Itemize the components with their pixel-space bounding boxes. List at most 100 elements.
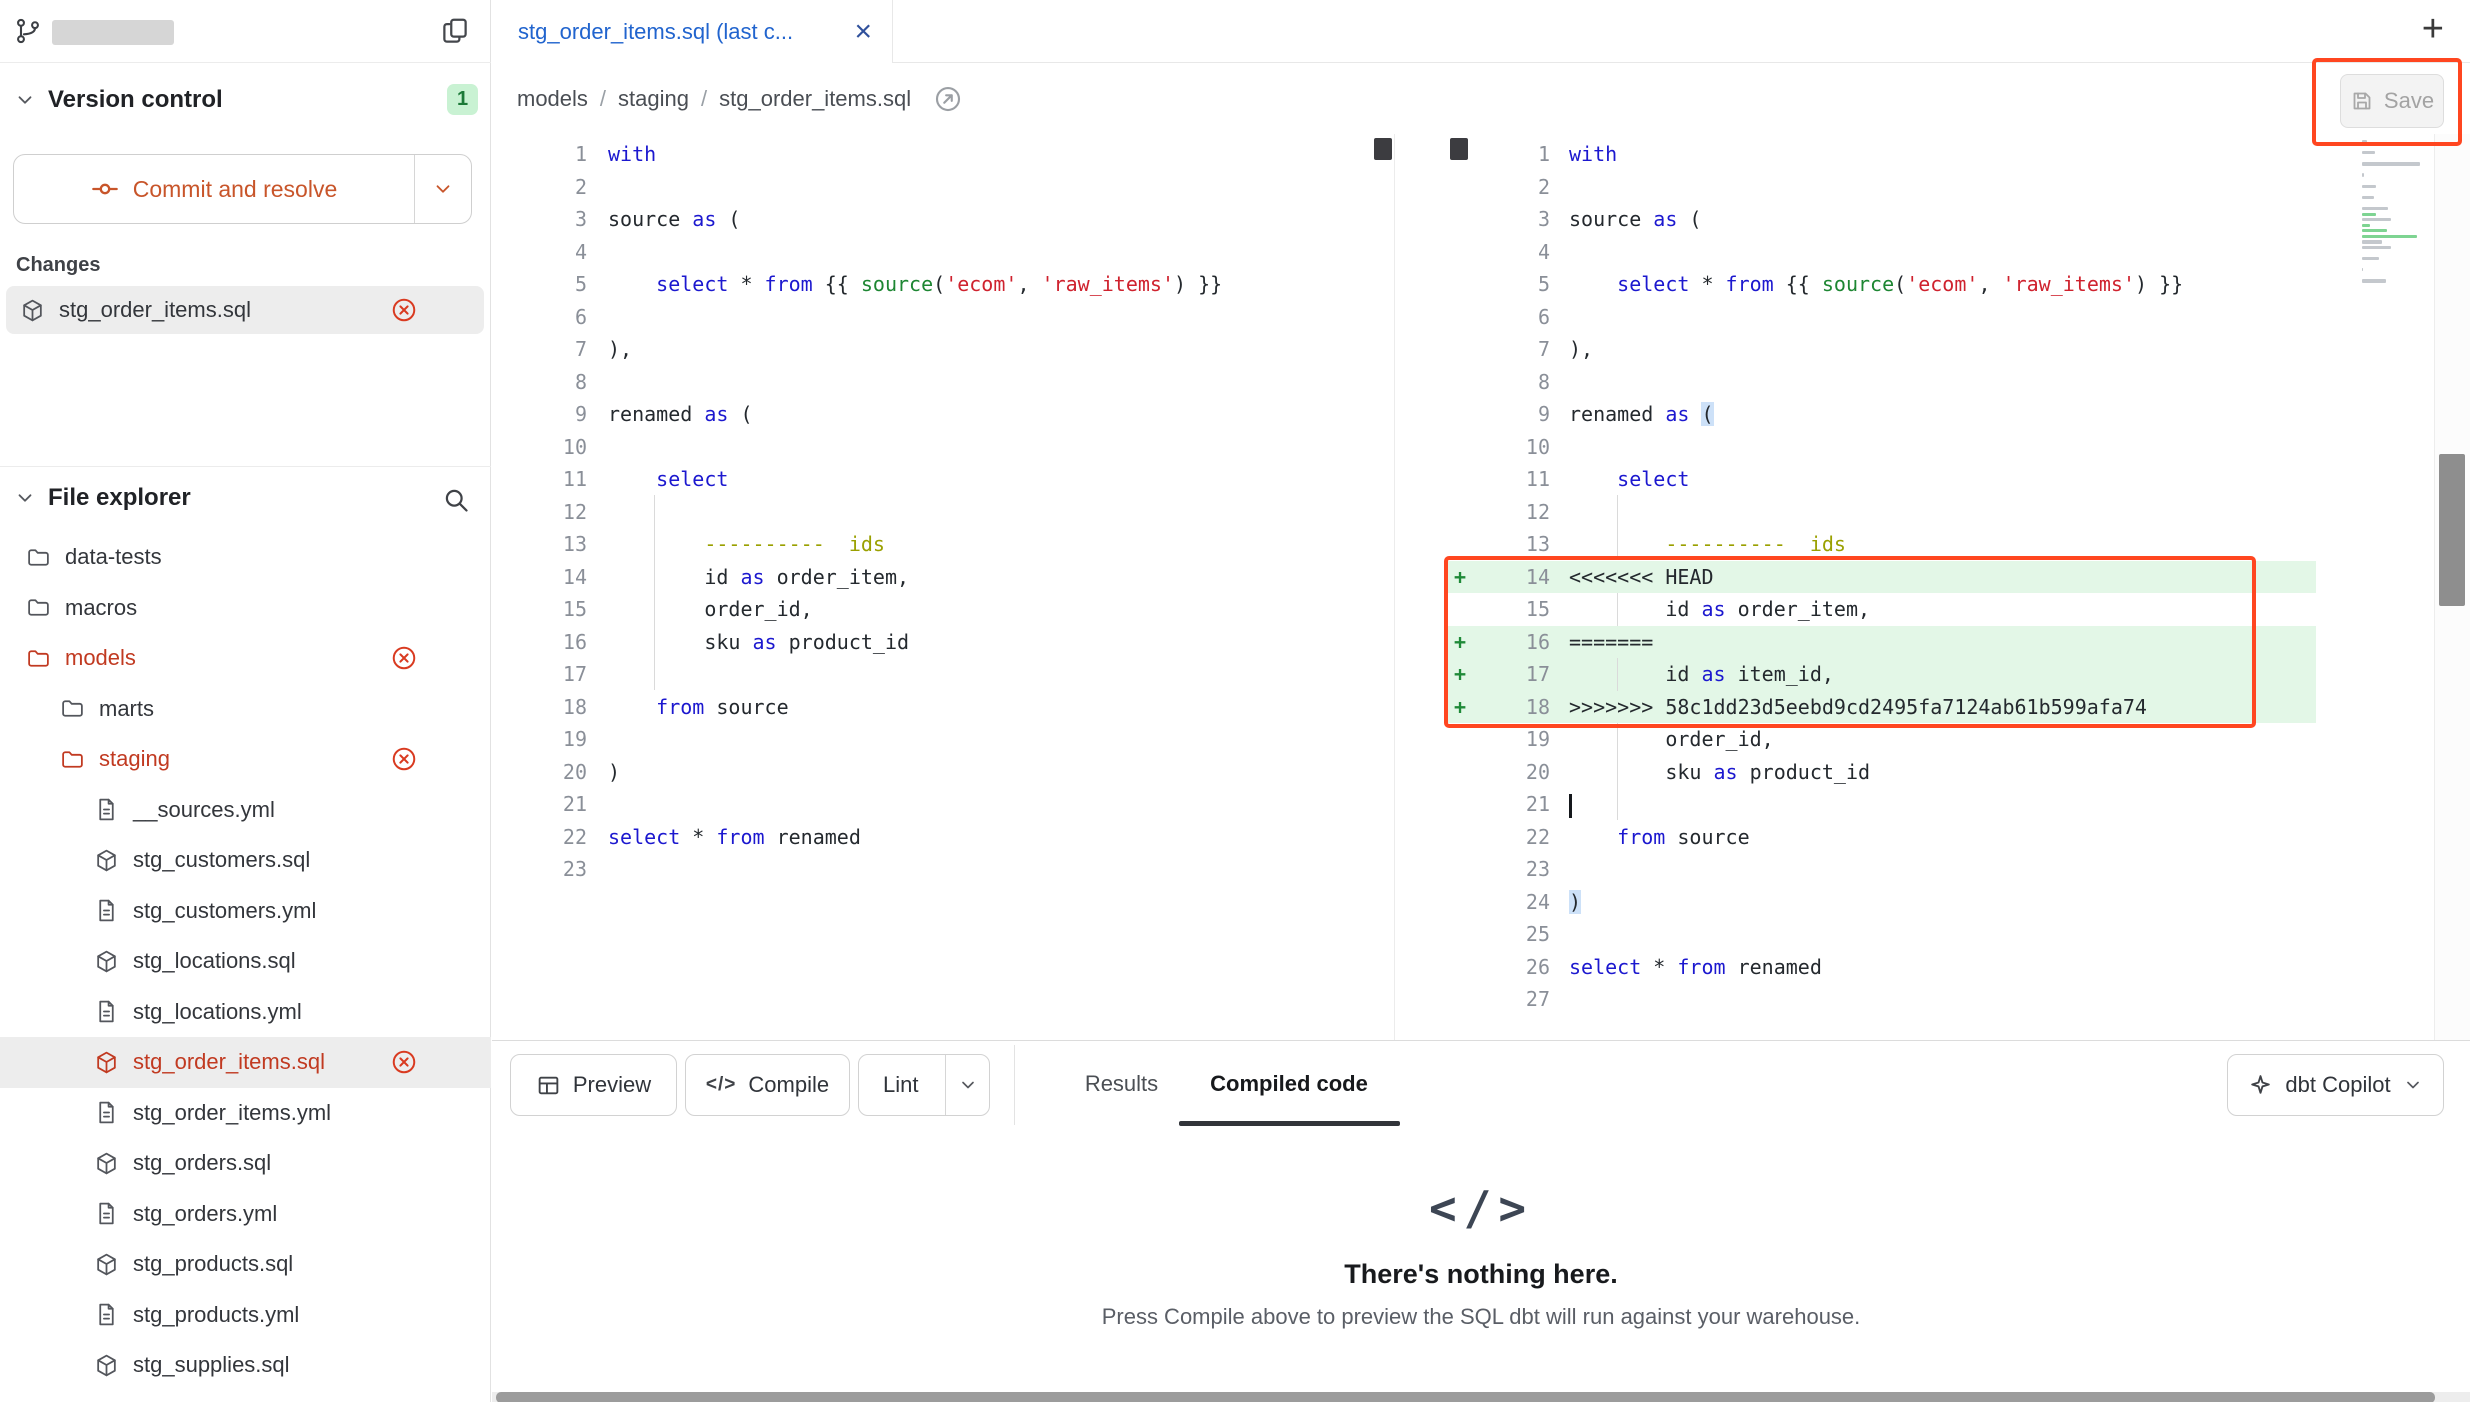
- code-line[interactable]: 22select * from renamed: [492, 821, 1373, 854]
- code-line[interactable]: 14 id as order_item,: [492, 561, 1373, 594]
- code-line[interactable]: 6: [1448, 301, 2316, 334]
- code-line[interactable]: 2: [492, 171, 1373, 204]
- file-explorer-item[interactable]: stg_customers.yml: [0, 886, 491, 937]
- code-line[interactable]: 17: [492, 658, 1373, 691]
- commit-options-dropdown[interactable]: [414, 155, 471, 223]
- file-explorer-item[interactable]: stg_customers.sql: [0, 835, 491, 886]
- code-line[interactable]: 24): [1448, 886, 2316, 919]
- right-pane-scroll-thumb[interactable]: [1450, 138, 1468, 160]
- file-explorer-item[interactable]: marts: [0, 684, 491, 735]
- code-line[interactable]: +14<<<<<<< HEAD: [1448, 561, 2316, 594]
- file-explorer-item[interactable]: stg_locations.yml: [0, 987, 491, 1038]
- code-line[interactable]: 20 sku as product_id: [1448, 756, 2316, 789]
- code-line[interactable]: 25: [1448, 918, 2316, 951]
- preview-button[interactable]: Preview: [510, 1054, 677, 1116]
- file-explorer-item[interactable]: stg_order_items.sql: [0, 1037, 491, 1088]
- code-line[interactable]: +17 id as item_id,: [1448, 658, 2316, 691]
- lint-button[interactable]: Lint: [858, 1054, 990, 1116]
- code-line[interactable]: 10: [492, 431, 1373, 464]
- code-line[interactable]: 9renamed as (: [1448, 398, 2316, 431]
- code-line[interactable]: 5 select * from {{ source('ecom', 'raw_i…: [492, 268, 1373, 301]
- save-button[interactable]: Save: [2340, 74, 2444, 128]
- code-line[interactable]: 7),: [1448, 333, 2316, 366]
- code-line[interactable]: 8: [1448, 366, 2316, 399]
- code-line[interactable]: 16 sku as product_id: [492, 626, 1373, 659]
- code-line[interactable]: 12: [492, 496, 1373, 529]
- code-line[interactable]: 22 from source: [1448, 821, 2316, 854]
- code-line[interactable]: 3source as (: [492, 203, 1373, 236]
- code-line[interactable]: 13 ---------- ids: [1448, 528, 2316, 561]
- changed-file-row[interactable]: stg_order_items.sql: [6, 286, 484, 334]
- code-line[interactable]: 1with: [492, 138, 1373, 171]
- breadcrumb-models[interactable]: models: [517, 86, 588, 112]
- x-circle-icon[interactable]: [390, 745, 418, 773]
- code-line[interactable]: 7),: [492, 333, 1373, 366]
- lint-options-dropdown[interactable]: [945, 1055, 989, 1115]
- code-line[interactable]: 21: [1448, 788, 2316, 821]
- close-icon[interactable]: ×: [854, 17, 872, 47]
- code-line[interactable]: 15 id as order_item,: [1448, 593, 2316, 626]
- search-icon[interactable]: [442, 486, 470, 514]
- code-line[interactable]: 19 order_id,: [1448, 723, 2316, 756]
- tab-results[interactable]: Results: [1064, 1071, 1179, 1097]
- code-line[interactable]: 5 select * from {{ source('ecom', 'raw_i…: [1448, 268, 2316, 301]
- code-line[interactable]: 20): [492, 756, 1373, 789]
- vertical-scrollbar[interactable]: [2434, 134, 2470, 1040]
- code-line[interactable]: 11 select: [492, 463, 1373, 496]
- code-line[interactable]: 8: [492, 366, 1373, 399]
- file-explorer-item[interactable]: stg_supplies.sql: [0, 1340, 491, 1391]
- code-line[interactable]: 13 ---------- ids: [492, 528, 1373, 561]
- code-line[interactable]: 26select * from renamed: [1448, 951, 2316, 984]
- x-circle-icon[interactable]: [390, 644, 418, 672]
- breadcrumb-action-icon[interactable]: [933, 84, 963, 114]
- code-line[interactable]: 19: [492, 723, 1373, 756]
- version-control-header[interactable]: Version control: [14, 86, 223, 114]
- file-explorer-item[interactable]: stg_products.yml: [0, 1290, 491, 1341]
- file-explorer-item[interactable]: stg_orders.sql: [0, 1138, 491, 1189]
- file-explorer-item[interactable]: stg_products.sql: [0, 1239, 491, 1290]
- code-line[interactable]: 15 order_id,: [492, 593, 1373, 626]
- code-line[interactable]: 6: [492, 301, 1373, 334]
- code-line[interactable]: +18>>>>>>> 58c1dd23d5eebd9cd2495fa7124ab…: [1448, 691, 2316, 724]
- new-tab-button[interactable]: +: [2422, 8, 2444, 51]
- code-line[interactable]: 21: [492, 788, 1373, 821]
- horizontal-scroll-thumb[interactable]: [496, 1392, 2435, 1402]
- file-explorer-item[interactable]: staging: [0, 734, 491, 785]
- x-circle-icon[interactable]: [390, 296, 418, 324]
- tab-stg-order-items[interactable]: stg_order_items.sql (last c... ×: [492, 0, 893, 63]
- code-line[interactable]: 4: [492, 236, 1373, 269]
- code-line[interactable]: 12: [1448, 496, 2316, 529]
- file-explorer-item[interactable]: macros: [0, 583, 491, 634]
- dbt-copilot-button[interactable]: dbt Copilot: [2227, 1054, 2444, 1116]
- breadcrumb-file[interactable]: stg_order_items.sql: [719, 86, 911, 112]
- left-pane-scroll-thumb[interactable]: [1374, 138, 1392, 160]
- code-line[interactable]: 23: [1448, 853, 2316, 886]
- code-line[interactable]: 18 from source: [492, 691, 1373, 724]
- code-line[interactable]: 27: [1448, 983, 2316, 1016]
- file-explorer-item[interactable]: stg_order_items.yml: [0, 1088, 491, 1139]
- commit-and-resolve-button[interactable]: Commit and resolve: [13, 154, 472, 224]
- vertical-scroll-thumb[interactable]: [2439, 454, 2465, 606]
- code-line[interactable]: 1with: [1448, 138, 2316, 171]
- file-explorer-item[interactable]: data-tests: [0, 532, 491, 583]
- code-line[interactable]: 2: [1448, 171, 2316, 204]
- tab-compiled-code[interactable]: Compiled code: [1189, 1071, 1389, 1097]
- code-line[interactable]: +16=======: [1448, 626, 2316, 659]
- minimap[interactable]: [2362, 140, 2424, 291]
- file-explorer-item[interactable]: __sources.yml: [0, 785, 491, 836]
- code-line[interactable]: 10: [1448, 431, 2316, 464]
- code-line[interactable]: 4: [1448, 236, 2316, 269]
- file-explorer-item[interactable]: stg_locations.sql: [0, 936, 491, 987]
- copy-icon[interactable]: [440, 16, 470, 46]
- compile-button[interactable]: </> Compile: [685, 1054, 850, 1116]
- breadcrumb-staging[interactable]: staging: [618, 86, 689, 112]
- file-explorer-header[interactable]: File explorer: [14, 484, 191, 512]
- file-explorer-item[interactable]: stg_orders.yml: [0, 1189, 491, 1240]
- code-line[interactable]: 3source as (: [1448, 203, 2316, 236]
- horizontal-scrollbar[interactable]: [492, 1392, 2470, 1402]
- code-line[interactable]: 9renamed as (: [492, 398, 1373, 431]
- code-line[interactable]: 11 select: [1448, 463, 2316, 496]
- x-circle-icon[interactable]: [390, 1048, 418, 1076]
- code-line[interactable]: 23: [492, 853, 1373, 886]
- file-explorer-item[interactable]: models: [0, 633, 491, 684]
